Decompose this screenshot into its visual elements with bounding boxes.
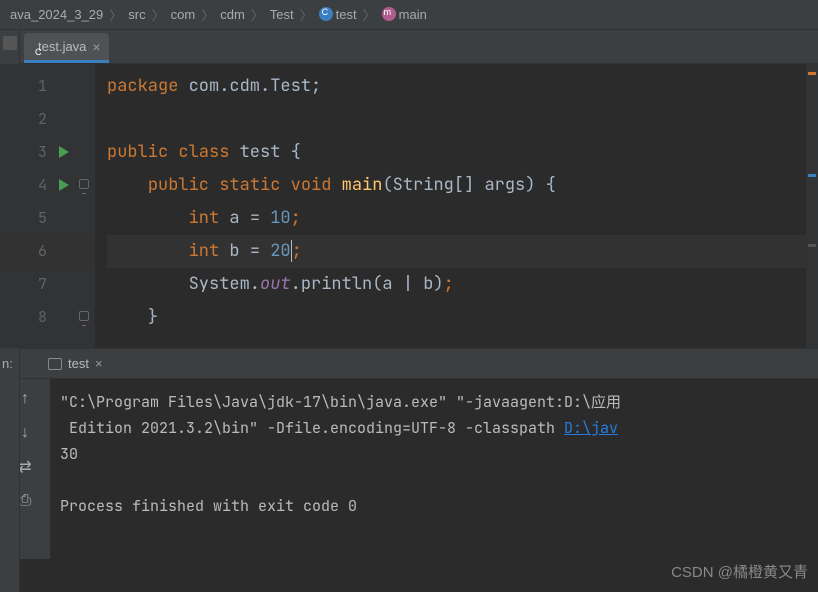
run-tool-tab-bar: n: test × xyxy=(0,349,818,379)
console-command: "C:\Program Files\Java\jdk-17\bin\java.e… xyxy=(60,392,621,412)
run-gutter-icon[interactable] xyxy=(59,146,69,158)
console-output[interactable]: "C:\Program Files\Java\jdk-17\bin\java.e… xyxy=(50,379,818,559)
code-editor[interactable]: 1 2 3 4 5 6 7 8 package com.cdm.Test; pu… xyxy=(0,64,818,349)
editor-tab-active[interactable]: test.java × xyxy=(24,33,109,63)
close-icon[interactable]: × xyxy=(95,356,103,371)
line-number: 1 xyxy=(0,70,95,103)
chevron-right-icon: 〉 xyxy=(249,5,266,24)
breadcrumb-item-class[interactable]: test xyxy=(315,7,361,22)
breadcrumb-item-src[interactable]: src xyxy=(124,7,149,22)
breadcrumb-item-test-pkg[interactable]: Test xyxy=(266,7,298,22)
run-panel-label: n: xyxy=(2,356,13,371)
run-tab[interactable]: test × xyxy=(48,356,103,371)
fold-icon[interactable] xyxy=(79,179,89,189)
code-area[interactable]: package com.cdm.Test; public class test … xyxy=(95,64,806,348)
close-icon[interactable]: × xyxy=(92,39,100,55)
chevron-right-icon: 〉 xyxy=(199,5,216,24)
chevron-right-icon: 〉 xyxy=(150,5,167,24)
run-tab-label: test xyxy=(68,356,89,371)
editor-tab-bar: test.java × xyxy=(0,30,818,64)
console-path-link[interactable]: D:\jav xyxy=(564,418,618,438)
line-number: 7 xyxy=(0,268,95,301)
breadcrumb-item-cdm[interactable]: cdm xyxy=(216,7,249,22)
tab-label: test.java xyxy=(38,39,86,54)
breadcrumb: ava_2024_3_29 〉 src 〉 com 〉 cdm 〉 Test 〉… xyxy=(0,0,818,30)
line-number: 4 xyxy=(0,169,95,202)
line-gutter: 1 2 3 4 5 6 7 8 xyxy=(0,64,95,348)
error-stripe[interactable] xyxy=(806,64,818,348)
method-icon xyxy=(382,7,396,21)
breadcrumb-item-method[interactable]: main xyxy=(378,7,431,22)
line-number: 6 xyxy=(0,235,95,268)
class-icon xyxy=(319,7,333,21)
watermark: CSDN @橘橙黄又青 xyxy=(671,561,808,582)
chevron-right-icon: 〉 xyxy=(361,5,378,24)
line-number: 2 xyxy=(0,103,95,136)
line-number: 8 xyxy=(0,301,95,334)
line-number: 5 xyxy=(0,202,95,235)
breadcrumb-item-project[interactable]: ava_2024_3_29 xyxy=(6,7,107,22)
run-gutter-icon[interactable] xyxy=(59,179,69,191)
breadcrumb-item-com[interactable]: com xyxy=(167,7,200,22)
console-stdout: 30 xyxy=(60,444,78,464)
chevron-right-icon: 〉 xyxy=(298,5,315,24)
chevron-right-icon: 〉 xyxy=(107,5,124,24)
fold-icon[interactable] xyxy=(79,311,89,321)
run-config-icon xyxy=(48,358,62,370)
run-console-panel: ↑ ↓ ⇄ ⎙ "C:\Program Files\Java\jdk-17\bi… xyxy=(0,379,818,559)
line-number: 3 xyxy=(0,136,95,169)
tool-icon[interactable] xyxy=(3,36,17,50)
console-command: Edition 2021.3.2\bin" -Dfile.encoding=UT… xyxy=(60,418,564,438)
console-exit-message: Process finished with exit code 0 xyxy=(60,496,357,516)
